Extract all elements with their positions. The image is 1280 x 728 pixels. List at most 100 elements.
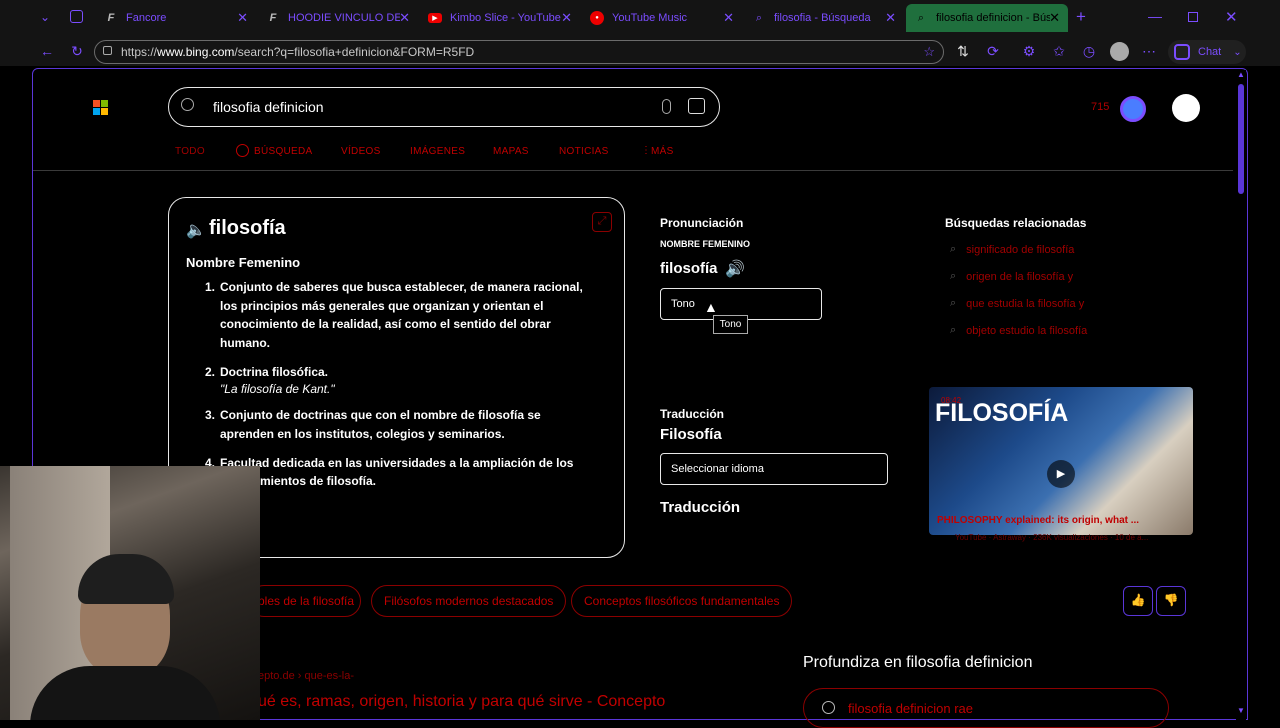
video-meta: YouTube · Astraway · 236K visualizacione… — [955, 533, 1149, 542]
example-text: "La filosofía de Kant." — [220, 382, 335, 396]
related-item[interactable]: ⌕ significado de filosofía — [950, 243, 1074, 256]
close-icon[interactable]: ✕ — [237, 10, 248, 26]
history-icon[interactable]: ◷ — [1080, 42, 1098, 60]
search-icon — [822, 701, 835, 714]
language-select[interactable]: Seleccionar idioma — [660, 453, 888, 485]
profile-avatar[interactable] — [1110, 42, 1129, 61]
nav-noticias[interactable]: NOTICIAS — [559, 146, 609, 157]
rewards-points[interactable]: 715 — [1091, 101, 1109, 113]
close-window-icon[interactable]: ✕ — [1225, 8, 1238, 26]
microphone-icon[interactable] — [662, 99, 671, 114]
tab-filosofia-definicion[interactable]: ⌕ filosofia definicion - Búsq ✕ — [906, 4, 1068, 32]
tab-hoodie[interactable]: F HOODIE VINCULO DE SA ✕ — [258, 4, 418, 32]
url-host: www.bing.com — [157, 45, 235, 59]
youtube-music-icon: ● — [590, 11, 604, 25]
sort-icon[interactable]: ⇅ — [954, 42, 972, 60]
pill-conceptos-filosoficos[interactable]: Conceptos filosóficos fundamentales — [571, 585, 793, 617]
chat-button[interactable]: Chat ⌄ — [1168, 40, 1246, 64]
search-input[interactable]: filosofia definicion — [168, 87, 720, 127]
favorites-icon[interactable]: ✩ — [1050, 42, 1068, 60]
related-item[interactable]: ⌕ origen de la filosofía y — [950, 270, 1073, 283]
speaker-icon[interactable]: 🔊 — [725, 259, 745, 279]
tab-title: filosofia definicion - Búsq — [936, 12, 1050, 24]
result-breadcrumb[interactable]: epto.de › que-es-la- — [258, 670, 354, 682]
thumbs-up-icon[interactable]: 👍 — [1123, 586, 1153, 616]
video-title[interactable]: PHILOSOPHY explained: its origin, what .… — [937, 515, 1139, 526]
lock-icon — [103, 46, 112, 55]
language-select-label: Seleccionar idioma — [671, 463, 764, 475]
related-item[interactable]: ⌕ que estudia la filosofía y — [950, 297, 1084, 310]
tab-filosofia[interactable]: ⌕ filosofia - Búsqueda ✕ — [744, 4, 904, 32]
extension-icon[interactable]: ⟳ — [984, 42, 1002, 60]
translation-word: Filosofía — [660, 426, 722, 443]
play-icon[interactable]: ▶ — [1047, 460, 1075, 488]
nav-todo[interactable]: TODO — [175, 146, 205, 157]
visual-search-icon[interactable] — [688, 98, 705, 114]
deeper-query: filosofia definicion rae — [848, 700, 974, 716]
restore-icon[interactable] — [1188, 12, 1198, 22]
close-icon[interactable]: ✕ — [399, 10, 410, 26]
favorite-star-icon[interactable]: ☆ — [923, 44, 935, 60]
speaker-icon[interactable]: 🔈 — [186, 220, 206, 240]
pill-filosofos-modernos[interactable]: Filósofos modernos destacados — [371, 585, 567, 617]
close-icon[interactable]: ✕ — [1049, 10, 1060, 26]
chevron-down-icon: ⌄ — [1233, 46, 1242, 58]
fancore-icon: F — [269, 12, 277, 24]
page-scrollbar[interactable]: ▲ ▼ — [1236, 70, 1246, 720]
search-icon: ⌕ — [950, 243, 957, 255]
nav-videos[interactable]: VÍDEOS — [341, 146, 381, 157]
puzzle-icon[interactable]: ⚙ — [1020, 42, 1038, 60]
minimize-icon[interactable]: — — [1148, 8, 1162, 24]
translation-heading: Traducción — [660, 407, 725, 421]
related-item[interactable]: ⌕ objeto estudio la filosofía — [950, 324, 1087, 337]
video-banner: FILOSOFÍA — [935, 399, 1069, 427]
workspaces-icon[interactable] — [70, 10, 83, 23]
definition-sense: 1. Conjunto de saberes que busca estable… — [205, 278, 590, 352]
microsoft-logo[interactable] — [93, 100, 108, 115]
copilot-icon — [1174, 44, 1190, 60]
nav-busqueda[interactable]: BÚSQUEDA — [254, 146, 313, 157]
copilot-search-icon — [236, 144, 249, 157]
tab-kimbo[interactable]: ▶ Kimbo Slice - YouTube ✕ — [420, 4, 580, 32]
thumbs-down-icon[interactable]: 👎 — [1156, 586, 1186, 616]
definition-sense: 3. Conjunto de doctrinas que con el nomb… — [205, 406, 565, 443]
search-query: filosofia definicion — [213, 99, 324, 115]
related-text: origen de la filosofía y — [966, 270, 1074, 283]
url-field[interactable]: https://www.bing.com/search?q=filosofia+… — [94, 40, 944, 64]
sense-number: 1. — [205, 280, 216, 294]
more-icon[interactable]: ⋯ — [1140, 42, 1158, 60]
close-icon[interactable]: ✕ — [561, 10, 572, 26]
nav-mapas[interactable]: MAPAS — [493, 146, 529, 157]
rewards-icon[interactable] — [1120, 96, 1146, 122]
nav-mas[interactable]: MÁS — [651, 146, 674, 157]
scroll-down-icon[interactable]: ▼ — [1237, 706, 1245, 715]
webcam-overlay — [0, 466, 260, 720]
back-icon[interactable]: ← — [38, 42, 56, 60]
definition-word: filosofía — [209, 217, 286, 239]
close-icon[interactable]: ✕ — [723, 10, 734, 26]
scroll-up-icon[interactable]: ▲ — [1237, 70, 1245, 79]
user-avatar[interactable] — [1172, 94, 1200, 122]
chevron-down-icon[interactable]: ⌄ — [40, 10, 50, 24]
pill-label: ples de la filosofía — [258, 594, 355, 608]
result-title[interactable]: ué es, ramas, origen, historia y para qu… — [258, 693, 665, 711]
fancore-icon: F — [107, 12, 115, 24]
pill-filosofos-principales[interactable]: ples de la filosofía — [248, 585, 361, 617]
scrollbar-thumb[interactable] — [1238, 84, 1244, 194]
pronunciation-heading: Pronunciación — [660, 216, 744, 230]
search-icon: ⌕ — [950, 324, 957, 336]
expand-icon[interactable]: ⤢ — [592, 212, 612, 232]
divider — [33, 170, 1233, 171]
deeper-search-box[interactable]: filosofia definicion rae — [803, 688, 1169, 728]
related-text: significado de filosofía — [966, 243, 1075, 256]
tab-fancore[interactable]: F Fancore ✕ — [96, 4, 256, 32]
close-icon[interactable]: ✕ — [885, 10, 896, 26]
new-tab-icon[interactable]: + — [1076, 7, 1086, 27]
refresh-icon[interactable]: ↻ — [68, 42, 86, 60]
tab-youtube-music[interactable]: ● YouTube Music ✕ — [582, 4, 742, 32]
video-thumbnail[interactable]: 08:42 FILOSOFÍA ▶ PHILOSOPHY explained: … — [929, 387, 1193, 535]
related-text: objeto estudio la filosofía — [966, 324, 1088, 337]
nav-imagenes[interactable]: IMÁGENES — [410, 146, 465, 157]
related-text: que estudia la filosofía y — [966, 297, 1085, 310]
related-heading: Búsquedas relacionadas — [945, 216, 1087, 230]
